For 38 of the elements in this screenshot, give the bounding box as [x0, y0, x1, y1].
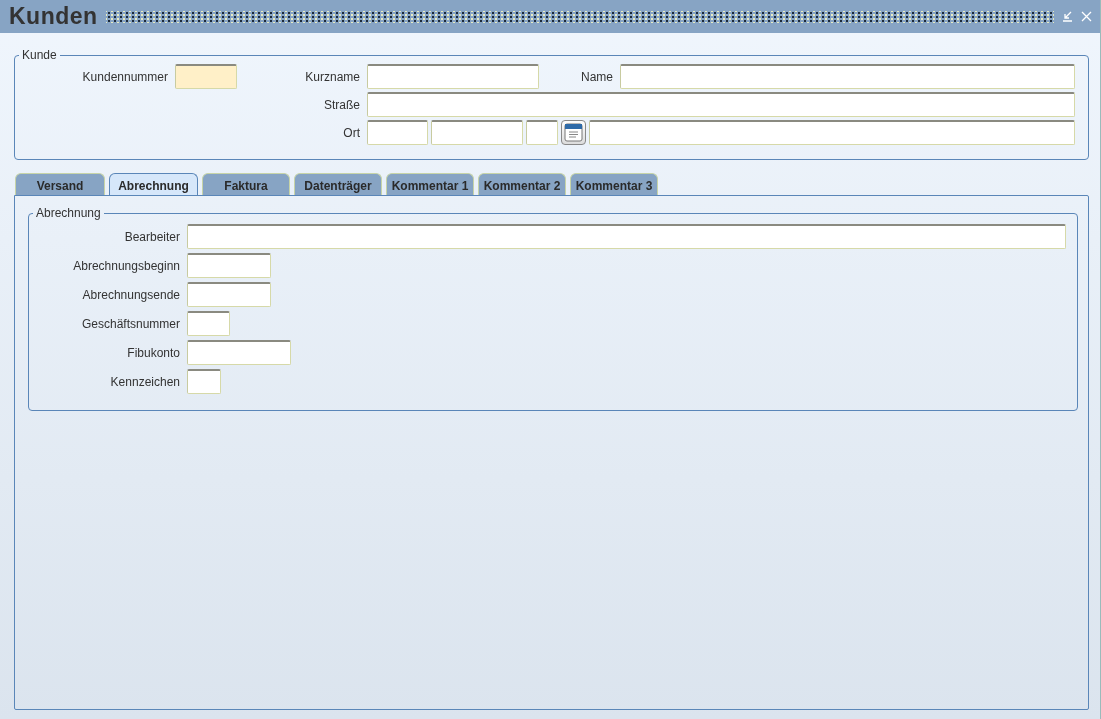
field-label: Fibukonto — [126, 345, 180, 360]
field-label: Straße — [323, 97, 360, 112]
input-field[interactable] — [175, 64, 237, 89]
input-field[interactable] — [589, 120, 1075, 145]
field-label: Ort — [342, 125, 360, 140]
tab[interactable]: Faktura — [202, 173, 290, 195]
field-label: Kennzeichen — [109, 374, 180, 389]
minimize-icon[interactable] — [1062, 11, 1073, 22]
input-field[interactable] — [620, 64, 1075, 89]
input-field[interactable] — [187, 282, 271, 307]
calendar-button[interactable] — [561, 120, 586, 145]
tab[interactable]: Versand — [15, 173, 105, 195]
input-field[interactable] — [187, 224, 1066, 249]
input-field[interactable] — [187, 311, 230, 336]
field-label: Kurzname — [304, 69, 360, 84]
field-label: Geschäftsnummer — [80, 316, 180, 331]
group-title: Kunde — [21, 48, 58, 62]
input-field[interactable] — [367, 120, 428, 145]
field-label: Bearbeiter — [123, 229, 180, 244]
input-field[interactable] — [187, 253, 271, 278]
field-label: Abrechnungsbeginn — [72, 258, 180, 273]
input-field[interactable] — [526, 120, 558, 145]
close-icon[interactable] — [1081, 11, 1092, 22]
tab[interactable]: Datenträger — [294, 173, 382, 195]
tab[interactable]: Kommentar 2 — [478, 173, 566, 195]
input-field[interactable] — [367, 64, 539, 89]
field-label: Kundennummer — [81, 69, 168, 84]
window-title: Kunden — [9, 3, 98, 30]
input-field[interactable] — [187, 369, 221, 394]
field-label: Name — [580, 69, 613, 84]
input-field[interactable] — [367, 92, 1075, 117]
tab[interactable]: Kommentar 3 — [570, 173, 658, 195]
input-field[interactable] — [187, 340, 291, 365]
input-field[interactable] — [431, 120, 523, 145]
tab[interactable]: Abrechnung — [109, 173, 198, 195]
group-title: Abrechnung — [35, 206, 102, 220]
tab[interactable]: Kommentar 1 — [386, 173, 474, 195]
field-label: Abrechnungsende — [81, 287, 180, 302]
